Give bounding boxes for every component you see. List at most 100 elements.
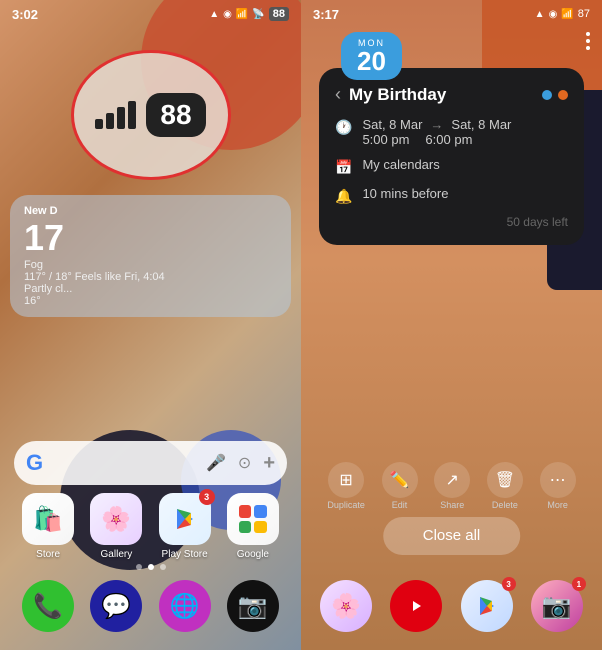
app-row: 🛍️ Store 🌸 Gallery 3 Play Store	[14, 493, 287, 560]
weather-temperature: 17	[24, 217, 277, 259]
app-item-store[interactable]: 🛍️ Store	[22, 493, 74, 560]
google-grid-icon	[239, 505, 267, 533]
messages-dock-icon[interactable]: 💬	[90, 580, 142, 632]
playstore-dock-right[interactable]: 3	[461, 580, 513, 632]
delete-label: Delete	[492, 500, 518, 510]
bottom-action-bar: ⊞ Duplicate ✏️ Edit ↗ Share 🗑 Delete ⋯ M…	[319, 462, 584, 510]
back-icon[interactable]: ‹	[335, 84, 341, 105]
signal-highlight-circle: 88	[71, 50, 231, 180]
playstore-app-icon[interactable]: 3	[159, 493, 211, 545]
event-date-end: Sat, 8 Mar	[451, 117, 511, 132]
app-item-gallery[interactable]: 🌸 Gallery	[90, 493, 142, 560]
app-item-playstore[interactable]: 3 Play Store	[159, 493, 211, 560]
bar-3	[117, 107, 125, 129]
share-label: Share	[440, 500, 464, 510]
action-share[interactable]: ↗ Share	[434, 462, 470, 510]
duplicate-icon[interactable]: ⊞	[328, 462, 364, 498]
mic-icon[interactable]: 🎤	[206, 453, 226, 473]
signal-content: 88	[95, 93, 205, 137]
gallery-app-label: Gallery	[101, 549, 133, 560]
event-title: My Birthday	[349, 85, 542, 105]
event-reminder-text: 10 mins before	[362, 186, 448, 201]
page-dot-2	[148, 564, 154, 570]
event-date-row: 🕐 Sat, 8 Mar → Sat, 8 Mar 5:00 pm 6:00 p…	[335, 117, 568, 147]
more-icon[interactable]: ⋯	[540, 462, 576, 498]
weather-details: 117° / 18° Feels like Fri, 4:04	[24, 271, 277, 283]
close-all-button[interactable]: Close all	[383, 517, 521, 555]
playstore-app-label: Play Store	[162, 549, 208, 560]
duplicate-label: Duplicate	[327, 500, 365, 510]
status-icons-left: ▲ ◉ 📶 📡 88	[209, 7, 289, 21]
event-popup[interactable]: ‹ My Birthday 🕐 Sat, 8 Mar → Sat, 8 Mar …	[319, 68, 584, 245]
alert-icon: ▲	[209, 9, 219, 20]
left-panel: 3:02 ▲ ◉ 📶 📡 88 88 New D 17 Fog 117° / 1…	[0, 0, 301, 650]
three-dot-menu[interactable]	[586, 32, 590, 50]
share-icon[interactable]: ↗	[434, 462, 470, 498]
close-all-text: Close all	[423, 527, 481, 544]
event-date-range: Sat, 8 Mar → Sat, 8 Mar	[362, 117, 568, 132]
event-header-icons	[542, 90, 568, 100]
status-bar-right: 3:17 ▲ ◉ 📶 87	[301, 0, 602, 28]
android-icon: ◉	[223, 9, 232, 20]
weather-widget[interactable]: New D 17 Fog 117° / 18° Feels like Fri, …	[10, 195, 291, 317]
action-more[interactable]: ⋯ More	[540, 462, 576, 510]
store-app-icon[interactable]: 🛍️	[22, 493, 74, 545]
calendar-date-number: 20	[357, 48, 386, 74]
arrow-icon: →	[430, 117, 443, 132]
gallery-dock-right[interactable]: 🌸	[320, 580, 372, 632]
instagram-dock-badge: 1	[572, 577, 586, 591]
event-date-start: Sat, 8 Mar	[362, 117, 422, 132]
weather-temp2: 16°	[24, 295, 277, 307]
add-icon[interactable]: +	[263, 452, 275, 475]
action-edit[interactable]: ✏️ Edit	[382, 462, 418, 510]
youtube-dock-right[interactable]	[390, 580, 442, 632]
event-date-content: Sat, 8 Mar → Sat, 8 Mar 5:00 pm 6:00 pm	[362, 117, 568, 147]
page-dot-3	[160, 564, 166, 570]
gallery-app-icon[interactable]: 🌸	[90, 493, 142, 545]
bottom-dock-right: 🌸 3 📷 1	[311, 580, 592, 632]
signal-icon-left: 📶	[236, 9, 248, 20]
search-right-icons: 🎤 ⊙ +	[206, 452, 275, 475]
event-time-end: 6:00 pm	[425, 132, 472, 147]
delete-icon[interactable]: 🗑	[487, 462, 523, 498]
lens-icon[interactable]: ⊙	[238, 453, 251, 473]
battery-left: 88	[269, 7, 289, 21]
weather-forecast: Partly cl...	[24, 283, 277, 295]
app-item-google[interactable]: Google	[227, 493, 279, 560]
wifi-icon-left: 📡	[252, 9, 264, 20]
google-app-icon[interactable]	[227, 493, 279, 545]
search-bar[interactable]: G 🎤 ⊙ +	[14, 441, 287, 485]
more-label: More	[547, 500, 568, 510]
calendar-badge[interactable]: MON 20	[341, 32, 402, 80]
bottom-dock-left: 📞 💬 🌐 📷	[14, 580, 287, 632]
status-time-right: 3:17	[313, 7, 339, 22]
event-days-left: 50 days left	[335, 215, 568, 229]
edit-icon[interactable]: ✏️	[382, 462, 418, 498]
event-dot-blue	[542, 90, 552, 100]
instagram-dock-right[interactable]: 📷 1	[531, 580, 583, 632]
bar-2	[106, 113, 114, 129]
action-delete[interactable]: 🗑 Delete	[487, 462, 523, 510]
action-duplicate[interactable]: ⊞ Duplicate	[327, 462, 365, 510]
three-dot-3	[586, 46, 590, 50]
event-time-range: 5:00 pm 6:00 pm	[362, 132, 568, 147]
phone-dock-icon[interactable]: 📞	[22, 580, 74, 632]
camera-dock-icon[interactable]: 📷	[227, 580, 279, 632]
right-panel: 3:17 ▲ ◉ 📶 87 MON 20 Gala ‹ My Birthday …	[301, 0, 602, 650]
clock-icon: 🕐	[335, 119, 352, 136]
signal-bars-icon	[95, 101, 136, 129]
event-time-start: 5:00 pm	[362, 132, 409, 147]
page-dot-1	[136, 564, 142, 570]
battery-right: 87	[578, 8, 590, 20]
weather-description: Fog	[24, 259, 277, 271]
event-header: ‹ My Birthday	[335, 84, 568, 105]
page-dots	[136, 564, 166, 570]
playstore-badge: 3	[199, 489, 215, 505]
calendar-icon: 📅	[335, 159, 352, 176]
weather-location: New D	[24, 205, 277, 217]
bar-4	[128, 101, 136, 129]
android-icon-right: ◉	[549, 9, 558, 20]
status-bar-left: 3:02 ▲ ◉ 📶 📡 88	[0, 0, 301, 28]
browser-dock-icon[interactable]: 🌐	[159, 580, 211, 632]
alert-icon-right: ▲	[535, 9, 545, 20]
